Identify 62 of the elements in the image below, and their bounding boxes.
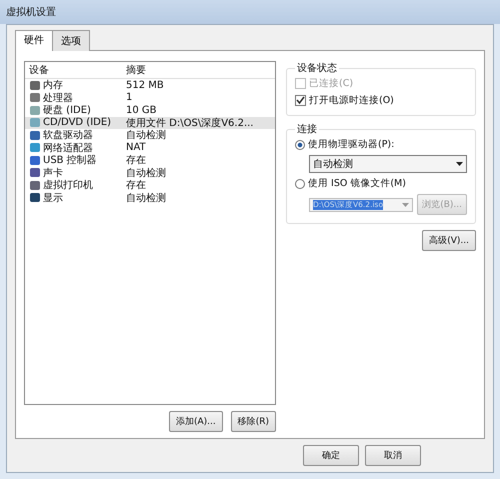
- column-header: 摘要: [125, 64, 147, 77]
- radio-label: 使用物理驱动器(P):: [308, 138, 394, 151]
- device-name: 处理器: [43, 92, 73, 105]
- checkbox-label: 打开电源时连接(O): [309, 94, 394, 107]
- dialog-button[interactable]: 取消: [365, 445, 421, 466]
- radio-button[interactable]: [295, 140, 305, 150]
- device-name: CD/DVD (IDE): [43, 117, 112, 128]
- tab[interactable]: 选项: [52, 30, 90, 51]
- device-row[interactable]: 软盘驱动器 自动检测: [25, 129, 275, 142]
- device-name: 虚拟打印机: [43, 178, 93, 192]
- device-icon: [29, 92, 41, 104]
- window-title: 虚拟机设置: [6, 6, 56, 19]
- device-row[interactable]: USB 控制器 存在: [25, 154, 275, 166]
- device-row[interactable]: CD/DVD (IDE) 使用文件 D:\OS\深度V6.2...: [25, 116, 275, 129]
- device-icon: [29, 180, 41, 191]
- device-summary: 自动检测: [125, 128, 167, 142]
- device-name: 硬盘 (IDE): [43, 104, 91, 117]
- device-icon: [29, 117, 41, 128]
- device-row[interactable]: 网络适配器 NAT: [25, 142, 275, 154]
- group-title: 连接: [296, 122, 318, 136]
- group-title: 设备状态: [296, 62, 338, 75]
- device-summary: 自动检测: [125, 192, 167, 205]
- device-summary: 1: [125, 92, 134, 104]
- device-name: 显示: [43, 192, 63, 205]
- device-icon: [29, 142, 41, 154]
- column-header: 设备: [28, 64, 50, 77]
- device-row[interactable]: 虚拟打印机 存在: [25, 179, 275, 192]
- device-name: USB 控制器: [43, 154, 97, 168]
- device-row[interactable]: 显示 自动检测: [25, 192, 275, 204]
- device-icon: [29, 167, 41, 178]
- device-icon: [29, 192, 41, 204]
- device-row[interactable]: 处理器 1: [25, 92, 275, 104]
- device-summary: 存在: [125, 154, 146, 168]
- device-summary: 自动检测: [125, 166, 167, 180]
- device-name: 软盘驱动器: [43, 129, 93, 142]
- device-name: 内存: [43, 78, 63, 92]
- dropdown-arrow-icon: [456, 162, 463, 166]
- list-button[interactable]: 移除(R): [230, 411, 276, 432]
- drive-dropdown[interactable]: 自动检测: [309, 155, 467, 173]
- device-summary: 10 GB: [125, 104, 158, 116]
- list-button[interactable]: 添加(A)...: [168, 411, 223, 432]
- device-row[interactable]: 内存 512 MB: [25, 79, 275, 92]
- tab[interactable]: 硬件: [15, 30, 53, 51]
- device-row[interactable]: 声卡 自动检测: [25, 166, 275, 179]
- advanced-button[interactable]: 高级(V)...: [422, 230, 476, 251]
- checkbox[interactable]: [295, 95, 306, 106]
- device-name: 网络适配器: [43, 142, 93, 154]
- device-icon: [29, 80, 41, 91]
- device-summary: 存在: [125, 179, 146, 192]
- checkbox-label: 已连接(C): [309, 77, 354, 90]
- device-name: 声卡: [43, 166, 63, 180]
- radio-button[interactable]: [295, 178, 305, 188]
- device-summary: 512 MB: [125, 80, 165, 91]
- device-icon: [29, 104, 41, 116]
- dialog-button[interactable]: 确定: [303, 445, 359, 466]
- device-summary: NAT: [125, 142, 147, 154]
- device-icon: [29, 130, 41, 141]
- device-row[interactable]: 硬盘 (IDE) 10 GB: [25, 104, 275, 116]
- dropdown-arrow-icon: [402, 202, 410, 206]
- device-summary: 使用文件 D:\OS\深度V6.2...: [125, 116, 254, 130]
- device-icon: [29, 154, 41, 166]
- radio-label: 使用 ISO 镜像文件(M): [308, 177, 406, 190]
